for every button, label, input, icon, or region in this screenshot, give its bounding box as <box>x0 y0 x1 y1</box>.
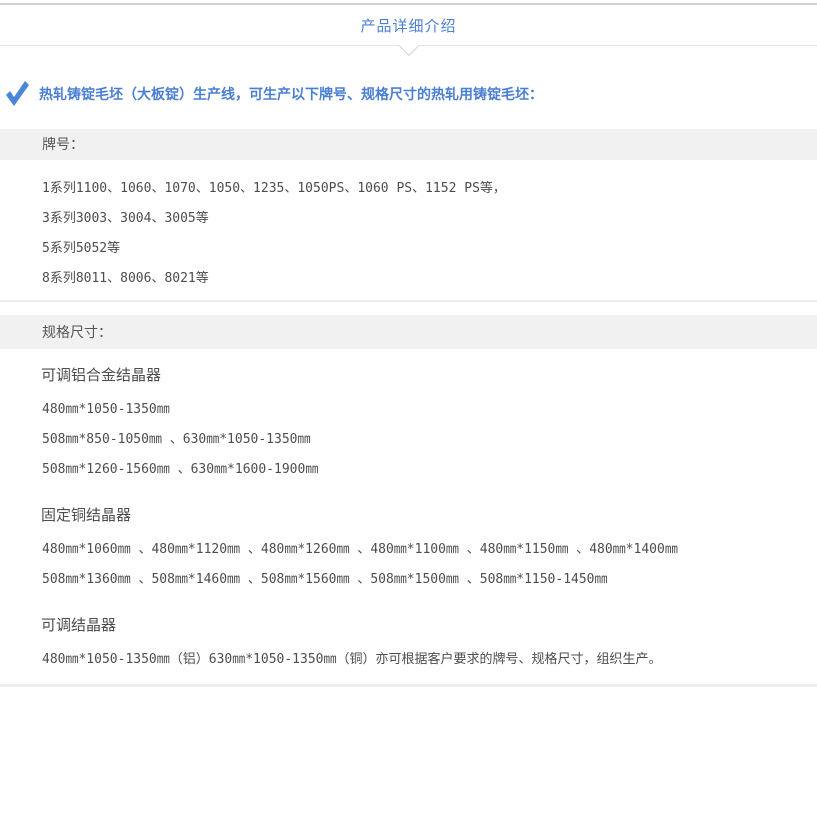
subsection-heading-fixed-copper: 固定铜结晶器 <box>0 508 817 524</box>
subsection-heading-adjustable: 可调结晶器 <box>0 618 817 634</box>
brand-line: 5系列5052等 <box>0 234 817 264</box>
spec-line: 508㎜*1260-1560㎜ 、630㎜*1600-1900㎜ <box>0 455 817 485</box>
spec-line: 508㎜*1360㎜ 、508㎜*1460㎜ 、508㎜*1560㎜ 、508㎜… <box>0 565 817 595</box>
intro-text: 热轧铸锭毛坯（大板锭）生产线，可生产以下牌号、规格尺寸的热轧用铸锭毛坯： <box>39 84 543 104</box>
subsection-heading-adjustable-aluminum: 可调铝合金结晶器 <box>0 368 817 384</box>
spec-line: 480㎜*1060㎜ 、480㎜*1120㎜ 、480㎜*1260㎜ 、480㎜… <box>0 535 817 565</box>
spec-line: 480㎜*1050-1350㎜ <box>0 395 817 425</box>
section-title-brand: 牌号： <box>42 136 84 152</box>
brand-line: 3系列3003、3004、3005等 <box>0 204 817 234</box>
product-detail-page: 产品详细介绍 热轧铸锭毛坯（大板锭）生产线，可生产以下牌号、规格尺寸的热轧用铸锭… <box>0 0 817 820</box>
section-header-spec: 规格尺寸： <box>0 315 817 349</box>
bottom-divider <box>0 684 817 687</box>
header-divider <box>0 45 817 46</box>
intro-row: 热轧铸锭毛坯（大板锭）生产线，可生产以下牌号、规格尺寸的热轧用铸锭毛坯： <box>0 80 817 108</box>
section-divider <box>0 300 817 302</box>
spec-content: 可调铝合金结晶器 480㎜*1050-1350㎜ 508㎜*850-1050㎜ … <box>0 368 817 675</box>
section-header-brand: 牌号： <box>0 129 817 160</box>
section-title-spec: 规格尺寸： <box>42 324 112 340</box>
spec-line: 508㎜*850-1050㎜ 、630㎜*1050-1350㎜ <box>0 425 817 455</box>
page-title: 产品详细介绍 <box>360 15 456 36</box>
spec-line: 480㎜*1050-1350㎜（铝）630㎜*1050-1350㎜（铜）亦可根据… <box>0 645 817 675</box>
brand-line: 1系列1100、1060、1070、1050、1235、1050PS、1060 … <box>0 174 817 204</box>
brand-line: 8系列8011、8006、8021等 <box>0 264 817 294</box>
check-icon <box>4 80 30 108</box>
brand-list: 1系列1100、1060、1070、1050、1235、1050PS、1060 … <box>0 160 817 294</box>
